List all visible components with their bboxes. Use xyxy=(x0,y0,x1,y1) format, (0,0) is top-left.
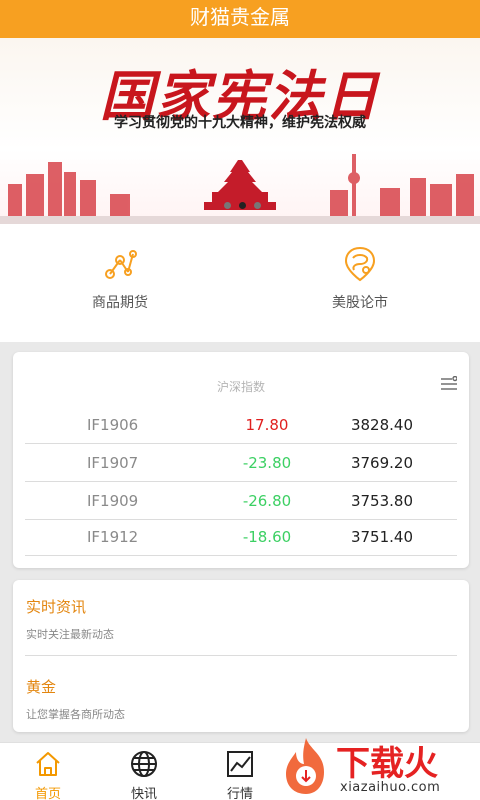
app-title: 财猫贵金属 xyxy=(190,5,290,29)
index-card-title: 沪深指数 xyxy=(216,380,265,394)
city-skyline-illustration xyxy=(0,154,480,224)
price-value: 3751.40 xyxy=(350,528,413,546)
price-change: -18.60 xyxy=(242,528,292,546)
price-change: -26.80 xyxy=(242,492,292,510)
list-menu-icon[interactable] xyxy=(441,376,457,390)
table-row[interactable]: IF1912 -18.60 3751.40 xyxy=(25,518,457,556)
carousel-indicator[interactable] xyxy=(224,202,264,209)
table-row[interactable]: IF1907 -23.80 3769.20 xyxy=(25,444,457,482)
banner-subtitle: 学习贯彻党的十九大精神，维护宪法权威 xyxy=(114,115,366,131)
price-value: 3769.20 xyxy=(350,454,413,472)
price-change: 17.80 xyxy=(245,416,289,434)
app-title-bar: 财猫贵金属 xyxy=(0,0,480,38)
index-card: 沪深指数 IF1906 17.80 3828.40 IF1907 -23.80 … xyxy=(13,352,469,568)
quick-nav-commodity-futures[interactable]: 商品期货 xyxy=(40,244,200,312)
location-pin-icon xyxy=(344,246,376,282)
quick-nav-us-stocks[interactable]: 美股论市 xyxy=(280,244,440,312)
tab-label: 行情 xyxy=(226,787,253,800)
carousel-dot-active[interactable] xyxy=(239,202,246,209)
news-item-subtitle: 让您掌握各商所动态 xyxy=(26,708,125,721)
watermark-url: xiazaihuo.com xyxy=(340,780,441,795)
tab-market[interactable]: 行情 xyxy=(192,749,288,800)
node-graph-icon xyxy=(105,250,137,279)
tab-label: 快讯 xyxy=(130,787,157,800)
home-icon xyxy=(36,752,60,776)
site-watermark: 下载火 xiazaihuo.com xyxy=(276,734,480,800)
news-item-gold[interactable]: 黄金 让您掌握各商所动态 xyxy=(25,660,457,736)
contract-code: IF1907 xyxy=(87,454,139,472)
carousel-dot[interactable] xyxy=(224,202,231,209)
price-value: 3828.40 xyxy=(350,416,413,434)
news-card: 实时资讯 实时关注最新动态 黄金 让您掌握各商所动态 xyxy=(13,580,469,732)
flame-logo-icon xyxy=(286,738,324,794)
quick-nav-label: 商品期货 xyxy=(92,295,148,311)
carousel-dot[interactable] xyxy=(254,202,261,209)
contract-code: IF1909 xyxy=(87,492,139,510)
quick-nav: 商品期货 美股论市 xyxy=(0,224,480,342)
price-value: 3753.80 xyxy=(350,492,413,510)
table-row[interactable]: IF1906 17.80 3828.40 xyxy=(25,406,457,444)
watermark-text: 下载火 xyxy=(336,744,438,784)
news-item-realtime[interactable]: 实时资讯 实时关注最新动态 xyxy=(25,580,457,656)
chart-icon xyxy=(227,751,253,777)
tab-label: 首页 xyxy=(34,787,61,800)
news-item-subtitle: 实时关注最新动态 xyxy=(26,628,114,641)
tab-flash-news[interactable]: 快讯 xyxy=(96,749,192,800)
news-item-title: 实时资讯 xyxy=(26,598,87,616)
globe-icon xyxy=(131,751,157,777)
table-row[interactable]: IF1909 -26.80 3753.80 xyxy=(25,482,457,520)
quick-nav-label: 美股论市 xyxy=(332,295,388,311)
contract-code: IF1906 xyxy=(87,416,139,434)
tab-home[interactable]: 首页 xyxy=(0,749,96,800)
promo-banner[interactable]: 国家宪法日 学习贯彻党的十九大精神，维护宪法权威 xyxy=(0,38,480,224)
price-change: -23.80 xyxy=(242,454,292,472)
news-item-title: 黄金 xyxy=(26,678,57,696)
contract-code: IF1912 xyxy=(87,528,139,546)
